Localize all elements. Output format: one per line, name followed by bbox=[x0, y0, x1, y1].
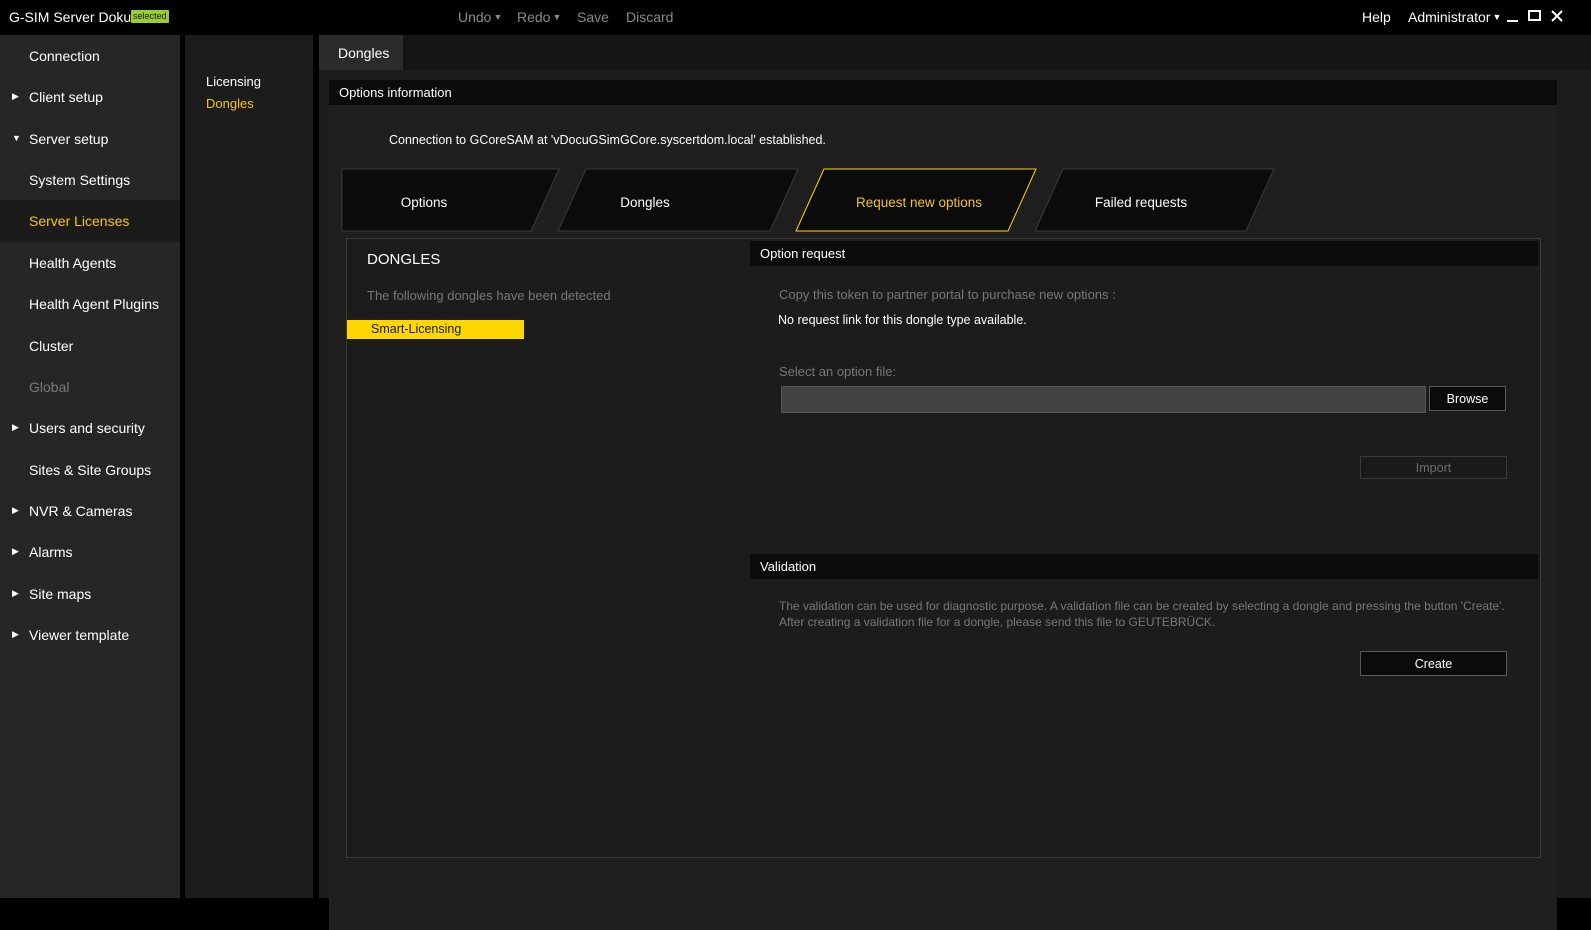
sidebar-item-users-and-security[interactable]: ▶ Users and security bbox=[0, 407, 180, 449]
selected-badge: selected bbox=[131, 10, 169, 23]
redo-label: Redo bbox=[517, 9, 551, 25]
sidebar-item-label: NVR & Cameras bbox=[29, 503, 133, 519]
sidebar: Connection ▶ Client setup ▼ Server setup S… bbox=[0, 35, 180, 898]
no-request-link-text: No request link for this dongle type ava… bbox=[778, 313, 1027, 327]
app-title: G-SIM Server Doku bbox=[9, 9, 132, 25]
sidebar-item-health-agent-plugins[interactable]: Health Agent Plugins bbox=[0, 283, 180, 325]
sidebar-item-label: Sites & Site Groups bbox=[29, 462, 152, 478]
sidebar-item-site-maps[interactable]: ▶ Site maps bbox=[0, 573, 180, 615]
sidebar-item-nvr-cameras[interactable]: ▶ NVR & Cameras bbox=[0, 490, 180, 532]
dongles-panel: DONGLES The following dongles have been … bbox=[346, 238, 1541, 858]
expand-arrow-icon[interactable]: ▶ bbox=[12, 546, 19, 557]
tab-request-new-options[interactable]: Request new options bbox=[849, 195, 989, 210]
tab-label: Dongles bbox=[338, 45, 390, 61]
undo-button[interactable]: Undo ▼ bbox=[458, 9, 502, 25]
content-area: Options information Connection to GCoreS… bbox=[329, 80, 1557, 930]
chevron-down-icon: ▼ bbox=[1492, 12, 1502, 22]
dongles-title: DONGLES bbox=[367, 251, 441, 268]
subnav-item-dongles[interactable]: Dongles bbox=[206, 96, 254, 111]
user-menu[interactable]: Administrator ▼ bbox=[1408, 9, 1501, 25]
create-button[interactable]: Create bbox=[1360, 651, 1507, 676]
expand-arrow-icon[interactable]: ▶ bbox=[12, 588, 19, 599]
section-title: Option request bbox=[760, 246, 846, 261]
discard-button[interactable]: Discard bbox=[626, 9, 673, 25]
sidebar-item-label: Global bbox=[29, 379, 70, 395]
options-information-header: Options information bbox=[329, 80, 1557, 105]
sidebar-item-label: Connection bbox=[29, 48, 100, 64]
browse-button[interactable]: Browse bbox=[1429, 386, 1506, 411]
sidebar-item-client-setup[interactable]: ▶ Client setup bbox=[0, 76, 180, 118]
option-file-input[interactable] bbox=[781, 386, 1426, 413]
tab-dongles[interactable]: Dongles bbox=[319, 35, 403, 70]
sidebar-item-global: Global bbox=[0, 366, 180, 408]
main-panel: Dongles Options information Connection t… bbox=[319, 35, 1591, 930]
sidebar-item-label: Server setup bbox=[29, 131, 109, 147]
sidebar-item-sites-site-groups[interactable]: Sites & Site Groups bbox=[0, 449, 180, 491]
select-option-file-label: Select an option file: bbox=[779, 364, 897, 379]
sidebar-item-label: System Settings bbox=[29, 172, 131, 188]
collapse-arrow-icon[interactable]: ▼ bbox=[12, 133, 21, 143]
dongles-subtitle: The following dongles have been detected bbox=[367, 288, 611, 303]
tab-strip bbox=[403, 35, 1591, 70]
sub-navigation: Licensing Dongles bbox=[185, 35, 313, 898]
sidebar-item-system-settings[interactable]: System Settings bbox=[0, 159, 180, 201]
import-button: Import bbox=[1360, 456, 1507, 479]
sidebar-item-label: Alarms bbox=[29, 544, 73, 560]
sidebar-item-label: Health Agent Plugins bbox=[29, 296, 159, 312]
sidebar-item-cluster[interactable]: Cluster bbox=[0, 325, 180, 367]
save-button[interactable]: Save bbox=[577, 9, 609, 25]
sidebar-item-label: Site maps bbox=[29, 586, 92, 602]
expand-arrow-icon[interactable]: ▶ bbox=[12, 91, 19, 102]
sidebar-item-server-setup[interactable]: ▼ Server setup bbox=[0, 118, 180, 160]
connection-message: Connection to GCoreSAM at 'vDocuGSimGCor… bbox=[389, 133, 826, 147]
undo-label: Undo bbox=[458, 9, 492, 25]
tab-failed-requests[interactable]: Failed requests bbox=[1081, 195, 1201, 210]
user-name: Administrator bbox=[1408, 9, 1491, 25]
help-link[interactable]: Help bbox=[1362, 9, 1391, 25]
validation-description-line1: The validation can be used for diagnosti… bbox=[779, 599, 1505, 613]
option-request-header: Option request bbox=[750, 241, 1538, 266]
expand-arrow-icon[interactable]: ▶ bbox=[12, 629, 19, 640]
dongle-list-item[interactable]: Smart-Licensing bbox=[347, 320, 524, 339]
section-title: Validation bbox=[760, 559, 817, 574]
sidebar-item-label: Health Agents bbox=[29, 255, 117, 271]
sidebar-item-health-agents[interactable]: Health Agents bbox=[0, 242, 180, 284]
expand-arrow-icon[interactable]: ▶ bbox=[12, 422, 19, 433]
dongle-name: Smart-Licensing bbox=[371, 322, 462, 336]
tab-options[interactable]: Options bbox=[364, 195, 484, 210]
subnav-item-licensing[interactable]: Licensing bbox=[206, 74, 261, 89]
minimize-icon[interactable] bbox=[1506, 10, 1520, 24]
sidebar-item-label: Cluster bbox=[29, 338, 74, 354]
section-title: Options information bbox=[339, 85, 452, 100]
sidebar-item-label: Viewer template bbox=[29, 627, 130, 643]
validation-description-line2: After creating a validation file for a d… bbox=[779, 615, 1216, 629]
chevron-down-icon[interactable]: ▼ bbox=[552, 12, 561, 22]
tab-dongles-sub[interactable]: Dongles bbox=[585, 195, 705, 210]
maximize-icon[interactable] bbox=[1528, 9, 1542, 23]
top-bar: G-SIM Server Doku selected Undo ▼ Redo ▼ S… bbox=[0, 0, 1591, 35]
sidebar-item-label: Server Licenses bbox=[29, 213, 130, 229]
sidebar-item-alarms[interactable]: ▶ Alarms bbox=[0, 531, 180, 573]
sidebar-item-viewer-template[interactable]: ▶ Viewer template bbox=[0, 614, 180, 656]
chevron-down-icon[interactable]: ▼ bbox=[493, 12, 502, 22]
sidebar-item-label: Users and security bbox=[29, 420, 145, 436]
expand-arrow-icon[interactable]: ▶ bbox=[12, 505, 19, 516]
redo-button[interactable]: Redo ▼ bbox=[517, 9, 561, 25]
close-icon[interactable] bbox=[1550, 9, 1564, 23]
sidebar-item-server-licenses[interactable]: Server Licenses bbox=[0, 200, 180, 242]
sidebar-item-connection[interactable]: Connection bbox=[0, 35, 180, 77]
copy-token-hint: Copy this token to partner portal to pur… bbox=[779, 287, 1116, 302]
sidebar-item-label: Client setup bbox=[29, 89, 103, 105]
validation-header: Validation bbox=[750, 554, 1538, 579]
